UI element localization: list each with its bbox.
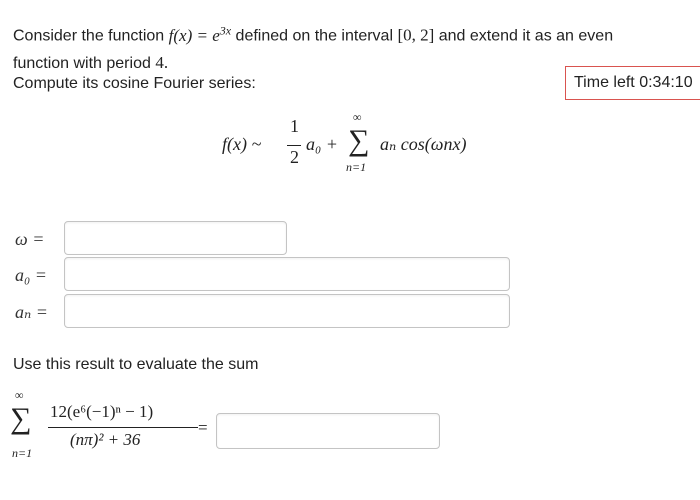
series-term: aₙ cos(ωnx) — [380, 134, 467, 154]
series-a0: a₀ + — [306, 134, 338, 154]
timer-label: Time left — [574, 74, 635, 91]
frac-numerator: 1 — [290, 116, 299, 136]
sum-upper: ∞ — [15, 388, 24, 402]
omega-label: ω = — [15, 229, 45, 249]
sum-answer-input[interactable] — [216, 413, 440, 449]
period: 4. — [155, 52, 169, 72]
evaluate-instruction: Use this result to evaluate the sum — [13, 356, 259, 373]
prompt-text-3: and extend it as an even — [438, 27, 614, 45]
prompt-text-1: Consider the function — [13, 27, 165, 45]
frac-bar — [287, 145, 301, 146]
series-lhs: f(x) ~ — [222, 134, 262, 154]
sum-lower: n=1 — [12, 446, 33, 460]
a0-label: a₀ = — [15, 265, 47, 285]
sum-denominator: (nπ)² + 36 — [70, 430, 141, 449]
sum-sigma: ∑ — [10, 402, 32, 435]
prompt-text-4: function with period — [13, 54, 151, 72]
function-definition: f(x) = e3x — [168, 23, 232, 45]
time-left-indicator: Time left 0:34:10 — [565, 66, 700, 100]
interval: [0, 2] — [397, 25, 435, 45]
fourier-series-formula: f(x) ~ 1 2 a₀ + ∑ ∞ n=1 aₙ cos(ωnx) — [222, 110, 522, 190]
sigma-symbol: ∑ — [348, 124, 370, 157]
compute-instruction: Compute its cosine Fourier series: — [13, 75, 256, 92]
sigma-upper: ∞ — [353, 110, 362, 124]
an-label: aₙ = — [15, 302, 48, 322]
frac-denominator: 2 — [290, 147, 299, 167]
sigma-lower: n=1 — [346, 160, 367, 174]
sum-formula: ∑ ∞ n=1 12(e⁶(−1)ⁿ − 1) (nπ)² + 36 = — [10, 388, 220, 470]
sum-numerator: 12(e⁶(−1)ⁿ − 1) — [50, 402, 154, 421]
prompt-text-2: defined on the interval — [235, 27, 393, 45]
a0-input[interactable] — [64, 257, 510, 291]
an-input[interactable] — [64, 294, 510, 328]
sum-frac-bar — [48, 427, 198, 428]
timer-value: 0:34:10 — [639, 74, 693, 91]
sum-equals: = — [198, 418, 208, 437]
omega-input[interactable] — [64, 221, 287, 255]
